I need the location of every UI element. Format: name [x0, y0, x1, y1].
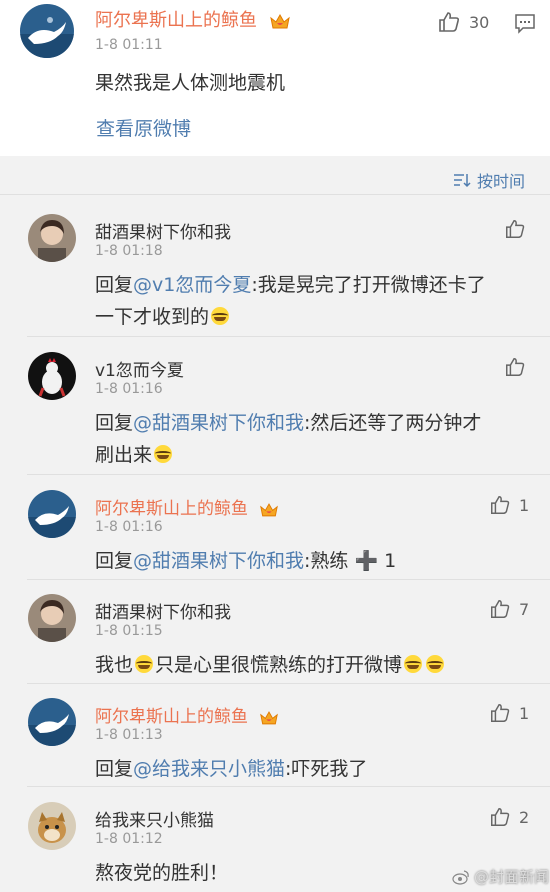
comment-username[interactable]: 甜酒果树下你和我	[95, 598, 231, 623]
comment-item: 阿尔卑斯山上的鲸鱼 1-8 01:13 1 回复@给我来只小熊猫:吓死我了	[0, 698, 550, 780]
comment-text: 回复@甜酒果树下你和我:熟练 ➕ 1	[95, 550, 397, 572]
comment-text: 回复@甜酒果树下你和我:然后还等了两分钟才	[95, 412, 482, 434]
divider	[27, 683, 550, 684]
thumbs-up-icon	[491, 704, 510, 722]
comment-text: 回复@v1忽而今夏:我是晃完了打开微博还卡了	[95, 274, 486, 296]
comment-text: 熬夜党的胜利！	[95, 862, 229, 884]
thumbs-up-icon	[506, 220, 525, 238]
avatar[interactable]	[28, 214, 76, 262]
like-count: 7	[519, 599, 530, 619]
comment-time: 1-8 01:13	[95, 727, 163, 743]
weibo-logo-icon	[452, 869, 469, 885]
comment-username[interactable]: 甜酒果树下你和我	[95, 218, 231, 243]
comment-time: 1-8 01:18	[95, 243, 163, 259]
vip-crown-icon	[269, 13, 290, 29]
divider	[0, 194, 550, 195]
crying-laugh-emoji-icon	[426, 655, 445, 673]
divider	[27, 579, 550, 580]
comment-username[interactable]: v1忽而今夏	[95, 356, 184, 381]
comment-time: 1-8 01:16	[95, 519, 163, 535]
watermark-text: @封面新闻	[474, 868, 550, 886]
post-username[interactable]: 阿尔卑斯山上的鲸鱼	[95, 6, 291, 32]
like-count: 1	[519, 495, 530, 515]
avatar[interactable]	[28, 352, 76, 400]
avatar[interactable]	[28, 802, 76, 850]
mention-link[interactable]: @甜酒果树下你和我	[133, 550, 304, 572]
sort-toggle[interactable]: 按时间	[453, 168, 525, 192]
post-time: 1-8 01:11	[95, 37, 163, 53]
rooster-avatar-icon	[28, 352, 76, 400]
like-count: 1	[519, 703, 530, 723]
mention-link[interactable]: @给我来只小熊猫	[133, 758, 285, 780]
like-count: 2	[519, 807, 530, 827]
avatar[interactable]	[28, 698, 76, 746]
thumbs-up-icon	[491, 808, 510, 826]
comment-time: 1-8 01:16	[95, 381, 163, 397]
thumbs-up-icon	[506, 358, 525, 376]
comment-button[interactable]	[514, 12, 536, 38]
person-avatar-icon	[28, 214, 76, 262]
mention-link[interactable]: @甜酒果树下你和我	[133, 412, 304, 434]
like-button[interactable]: 1	[489, 702, 529, 724]
divider	[27, 336, 550, 337]
avatar[interactable]	[28, 594, 76, 642]
post-text: 果然我是人体测地震机	[95, 72, 286, 94]
sort-icon	[454, 174, 471, 188]
comment-username[interactable]: 阿尔卑斯山上的鲸鱼	[95, 494, 279, 519]
vip-crown-icon	[260, 502, 279, 516]
post-like-button[interactable]: 30	[437, 10, 489, 34]
comment-text-line2: 刷出来	[95, 440, 174, 467]
comment-item: 阿尔卑斯山上的鲸鱼 1-8 01:16 1 回复@甜酒果树下你和我:熟练 ➕ 1	[0, 490, 550, 572]
comment-username[interactable]: 给我来只小熊猫	[95, 806, 214, 831]
crying-laugh-emoji-icon	[404, 655, 423, 673]
like-button[interactable]: 1	[489, 494, 529, 516]
comments-section: 按时间 甜酒果树下你和我 1-8 01:18 回复@v1忽而今夏:我是晃完了打开…	[0, 156, 550, 892]
post-like-count: 30	[469, 12, 490, 32]
comment-item: v1忽而今夏 1-8 01:16 回复@甜酒果树下你和我:然后还等了两分钟才 刷…	[0, 352, 550, 466]
crying-laugh-emoji-icon	[211, 307, 230, 325]
thumbs-up-icon	[439, 12, 460, 32]
divider	[27, 474, 550, 475]
mention-link[interactable]: @v1忽而今夏	[133, 274, 251, 296]
comment-item: 甜酒果树下你和我 1-8 01:18 回复@v1忽而今夏:我是晃完了打开微博还卡…	[0, 214, 550, 328]
like-button[interactable]: 2	[489, 806, 529, 828]
dog-avatar-icon	[28, 802, 76, 850]
whale-avatar-icon	[28, 698, 76, 746]
like-button[interactable]: 7	[489, 598, 529, 620]
vip-crown-icon	[260, 710, 279, 724]
comment-text: 回复@给我来只小熊猫:吓死我了	[95, 758, 368, 780]
comment-time: 1-8 01:12	[95, 831, 163, 847]
avatar[interactable]	[20, 4, 74, 58]
crying-laugh-emoji-icon	[154, 445, 173, 463]
view-original-link[interactable]: 查看原微博	[96, 114, 191, 141]
watermark: @封面新闻	[452, 866, 549, 887]
like-button[interactable]	[504, 356, 526, 378]
main-post: 阿尔卑斯山上的鲸鱼 1-8 01:11 30 果然我是人体测地震机 查看原微博	[0, 0, 550, 156]
whale-avatar-icon	[28, 490, 76, 538]
thumbs-up-icon	[491, 496, 510, 514]
comment-text: 我也 只是心里很慌熟练的打开微博	[95, 650, 446, 677]
comment-text-line2: 一下才收到的	[95, 302, 231, 329]
person-avatar-icon	[28, 594, 76, 642]
thumbs-up-icon	[491, 600, 510, 618]
sort-label: 按时间	[477, 172, 526, 191]
comment-item: 甜酒果树下你和我 1-8 01:15 7 我也 只是心里很慌熟练的打开微博	[0, 594, 550, 677]
avatar[interactable]	[28, 490, 76, 538]
comment-username[interactable]: 阿尔卑斯山上的鲸鱼	[95, 702, 279, 727]
comment-icon	[515, 14, 535, 34]
comment-time: 1-8 01:15	[95, 623, 163, 639]
crying-laugh-emoji-icon	[135, 655, 154, 673]
like-button[interactable]	[504, 218, 526, 240]
whale-avatar-icon	[20, 4, 74, 58]
divider	[27, 786, 550, 787]
